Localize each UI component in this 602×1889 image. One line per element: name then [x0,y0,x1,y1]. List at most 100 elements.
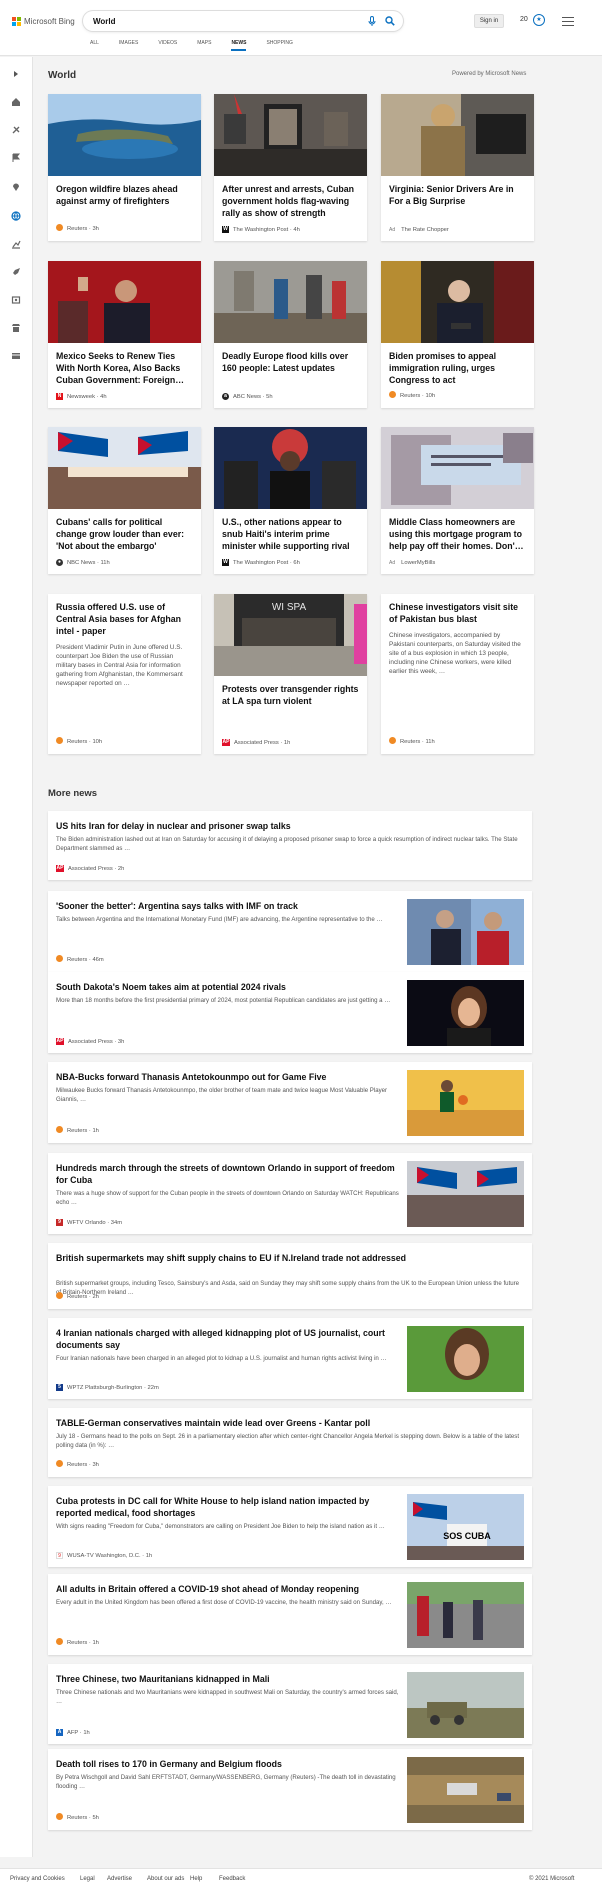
search-input[interactable]: World [83,11,403,31]
chart-icon[interactable] [11,239,21,249]
footer-link-privacy-and-cookies[interactable]: Privacy and Cookies [10,1876,65,1882]
card-title[interactable]: Russia offered U.S. use of Central Asia … [48,594,201,637]
news-card[interactable]: Mexico Seeks to Renew Ties With North Ko… [48,261,201,408]
news-card[interactable]: Biden promises to appeal immigration rul… [381,261,534,408]
tab-all[interactable]: ALL [90,40,99,51]
card-thumbnail [214,261,367,343]
search-icon[interactable] [385,16,395,28]
news-card[interactable]: After unrest and arrests, Cuban governme… [214,94,367,241]
news-title[interactable]: US hits Iran for delay in nuclear and pr… [56,820,521,832]
tab-news[interactable]: NEWS [231,40,247,51]
card-title[interactable]: Mexico Seeks to Renew Ties With North Ko… [48,343,201,386]
microphone-icon[interactable] [368,16,376,28]
more-news-item[interactable]: British supermarkets may shift supply ch… [48,1243,532,1309]
powered-by-label[interactable]: Powered by Microsoft News [452,71,526,77]
card-title[interactable]: Virginia: Senior Drivers Are in For a Bi… [381,176,534,207]
news-card[interactable]: Deadly Europe flood kills over 160 peopl… [214,261,367,408]
news-title[interactable]: Death toll rises to 170 in Germany and B… [56,1758,401,1770]
card-title[interactable]: After unrest and arrests, Cuban governme… [214,176,367,219]
news-thumbnail[interactable]: SOS CUBA [407,1494,524,1560]
more-news-item[interactable]: US hits Iran for delay in nuclear and pr… [48,811,532,880]
news-title[interactable]: Hundreds march through the streets of do… [56,1162,401,1186]
card-title[interactable]: Cubans' calls for political change grow … [48,509,201,552]
news-title[interactable]: TABLE-German conservatives maintain wide… [56,1417,521,1429]
card-thumbnail [48,261,201,343]
news-card[interactable]: Chinese investigators visit site of Paki… [381,594,534,754]
store-icon[interactable] [11,323,21,333]
more-news-item[interactable]: Death toll rises to 170 in Germany and B… [48,1749,532,1830]
news-title[interactable]: Cuba protests in DC call for White House… [56,1495,401,1519]
sign-in-button[interactable]: Sign in [474,14,504,28]
card-thumbnail [48,427,201,509]
film-icon[interactable] [11,295,21,305]
rewards-points[interactable]: 20 [520,16,528,23]
tab-maps[interactable]: MAPS [197,40,211,51]
news-source: AP Associated Press · 2h [56,865,124,872]
more-news-item[interactable]: NBA-Bucks forward Thanasis Antetokounmpo… [48,1062,532,1143]
more-news-item[interactable]: All adults in Britain offered a COVID-19… [48,1574,532,1655]
news-thumbnail[interactable] [407,1161,524,1227]
news-title[interactable]: South Dakota's Noem takes aim at potenti… [56,981,401,993]
news-thumbnail[interactable] [407,1582,524,1648]
news-card[interactable]: Oregon wildfire blazes ahead against arm… [48,94,201,241]
pin-icon[interactable] [11,182,21,192]
card-title[interactable]: Oregon wildfire blazes ahead against arm… [48,176,201,207]
news-title[interactable]: British supermarkets may shift supply ch… [56,1252,521,1264]
card-title[interactable]: Middle Class homeowners are using this m… [381,509,534,552]
more-news-item[interactable]: 'Sooner the better': Argentina says talk… [48,891,532,972]
card-title[interactable]: Deadly Europe flood kills over 160 peopl… [214,343,367,374]
more-news-item[interactable]: Hundreds march through the streets of do… [48,1153,532,1234]
card-title[interactable]: U.S., other nations appear to snub Haiti… [214,509,367,552]
footer-link-about-our-ads[interactable]: About our ads [147,1876,184,1882]
card-thumbnail [214,94,367,176]
news-thumbnail[interactable] [407,980,524,1046]
card-title[interactable]: Biden promises to appeal immigration rul… [381,343,534,386]
arrow-right-icon[interactable] [11,69,21,79]
home-icon[interactable] [11,97,21,107]
card-icon[interactable] [11,351,21,361]
more-news-item[interactable]: 4 Iranian nationals charged with alleged… [48,1318,532,1399]
card-title[interactable]: Protests over transgender rights at LA s… [214,676,367,707]
flag-icon[interactable] [11,153,21,163]
rocket-icon[interactable] [11,267,21,277]
footer-link-legal[interactable]: Legal [80,1876,95,1882]
news-card[interactable]: Cubans' calls for political change grow … [48,427,201,574]
news-card[interactable]: Virginia: Senior Drivers Are in For a Bi… [381,94,534,241]
news-card[interactable]: U.S., other nations appear to snub Haiti… [214,427,367,574]
news-thumbnail[interactable] [407,1672,524,1738]
news-title[interactable]: All adults in Britain offered a COVID-19… [56,1583,401,1595]
hamburger-menu-icon[interactable] [562,14,574,26]
flask-icon[interactable] [11,125,21,135]
tab-images[interactable]: IMAGES [119,40,138,51]
svg-text:WI SPA: WI SPA [272,602,307,613]
more-news-item[interactable]: South Dakota's Noem takes aim at potenti… [48,972,532,1053]
news-title[interactable]: 'Sooner the better': Argentina says talk… [56,900,401,912]
microsoft-logo-icon [12,16,21,26]
bing-logo[interactable]: Microsoft Bing [12,15,75,27]
news-thumbnail[interactable] [407,1757,524,1823]
more-news-item[interactable]: Three Chinese, two Mauritanians kidnappe… [48,1664,532,1744]
footer: Privacy and Cookies Legal Advertise About o… [0,1868,602,1889]
news-thumbnail[interactable] [407,899,524,965]
card-title[interactable]: Chinese investigators visit site of Paki… [381,594,534,625]
card-source: Reuters · 10h [56,737,102,746]
globe-icon[interactable] [11,211,21,221]
tab-shopping[interactable]: SHOPPING [266,40,292,51]
news-card[interactable]: Middle Class homeowners are using this m… [381,427,534,574]
footer-link-feedback[interactable]: Feedback [219,1876,245,1882]
tab-videos[interactable]: VIDEOS [158,40,177,51]
news-card[interactable]: WI SPA Protests over transgender rights a… [214,594,367,754]
news-title[interactable]: Three Chinese, two Mauritanians kidnappe… [56,1673,401,1685]
more-news-item[interactable]: Cuba protests in DC call for White House… [48,1486,532,1567]
news-title[interactable]: NBA-Bucks forward Thanasis Antetokounmpo… [56,1071,401,1083]
news-card[interactable]: Russia offered U.S. use of Central Asia … [48,594,201,754]
more-news-item[interactable]: TABLE-German conservatives maintain wide… [48,1408,532,1477]
rewards-medal-icon[interactable]: ★ [533,14,545,26]
footer-link-help[interactable]: Help [190,1876,202,1882]
news-thumbnail[interactable] [407,1070,524,1136]
news-title[interactable]: 4 Iranian nationals charged with alleged… [56,1327,401,1351]
publisher-logo-icon: W [222,559,229,566]
news-description: There was a huge show of support for the… [56,1190,399,1206]
footer-link-advertise[interactable]: Advertise [107,1876,132,1882]
news-thumbnail[interactable] [407,1326,524,1392]
